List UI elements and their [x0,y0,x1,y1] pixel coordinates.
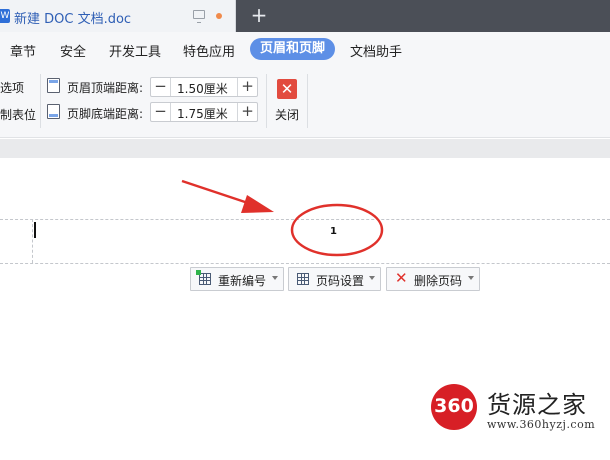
delete-page-number-label: 删除页码 [414,274,463,288]
tab-document-assistant[interactable]: 文档助手 [350,41,402,60]
footer-page-number[interactable]: 1 [330,226,337,237]
canvas-background [0,139,610,158]
menu-tab-bar: 章节 安全 开发工具 特色应用 页眉和页脚 文档助手 [0,32,610,68]
text-cursor [34,222,36,238]
footer-distance-label: 页脚底端距离: [67,107,144,121]
footer-distance-icon [47,104,60,119]
page-number-settings-icon [297,273,309,285]
renumber-label: 重新编号 [218,274,267,288]
tab-security[interactable]: 安全 [60,41,86,60]
doc-file-icon: W [0,9,10,23]
options-button-partial[interactable]: 选项 [0,79,24,96]
delete-page-number-button[interactable]: ✕ 删除页码 [386,267,480,291]
ribbon-toolbar: 选项 制表位 页眉顶端距离: − 1.50厘米 + 页脚底端距离: − 1.75… [0,68,610,138]
ribbon-divider [40,74,41,128]
close-header-footer-icon[interactable]: ✕ [277,79,297,99]
tab-header-footer[interactable]: 页眉和页脚 [250,38,336,60]
footer-area-top-boundary [0,219,610,220]
footer-distance-decrease-button[interactable]: − [151,103,171,121]
tab-special-features[interactable]: 特色应用 [183,41,235,60]
close-header-footer-button[interactable]: 关闭 [275,106,299,123]
new-tab-button[interactable]: + [250,4,268,26]
chevron-down-icon [272,276,278,280]
chevron-down-icon [468,276,474,280]
header-distance-value[interactable]: 1.50厘米 [177,80,228,97]
header-distance-decrease-button[interactable]: − [151,78,171,96]
renumber-icon [196,270,211,285]
wps-writer-window: W 新建 DOC 文档.doc + 章节 安全 开发工具 特色应用 页眉和页脚 … [0,0,610,460]
header-distance-increase-button[interactable]: + [237,78,257,96]
title-bar: W 新建 DOC 文档.doc + [0,0,610,32]
footer-area-bottom-boundary [0,263,610,264]
header-distance-spinner[interactable]: − 1.50厘米 + [150,77,258,97]
page-number-settings-label: 页码设置 [316,274,365,288]
tab-developer-tools[interactable]: 开发工具 [109,41,161,60]
document-tab[interactable]: W 新建 DOC 文档.doc [0,0,236,32]
renumber-button[interactable]: 重新编号 [190,267,284,291]
header-distance-label: 页眉顶端距离: [67,81,144,95]
document-title: 新建 DOC 文档.doc [14,12,132,27]
watermark-url: www.360hyzj.com [487,418,596,431]
watermark-logo-text: 360 [434,395,474,417]
footer-distance-value[interactable]: 1.75厘米 [177,105,228,122]
tab-stops-button-partial[interactable]: 制表位 [0,106,36,123]
page-number-settings-button[interactable]: 页码设置 [288,267,381,291]
footer-distance-spinner[interactable]: − 1.75厘米 + [150,102,258,122]
header-distance-icon [47,78,60,93]
footer-left-margin-guide [32,219,33,263]
delete-icon: ✕ [395,269,408,287]
chevron-down-icon [369,276,375,280]
watermark-site-name: 货源之家 [487,391,587,419]
unsaved-indicator-icon [216,13,222,19]
ribbon-divider [266,74,267,128]
ribbon-divider [307,74,308,128]
footer-distance-increase-button[interactable]: + [237,103,257,121]
tab-sections[interactable]: 章节 [10,41,36,60]
monitor-icon[interactable] [193,10,205,23]
